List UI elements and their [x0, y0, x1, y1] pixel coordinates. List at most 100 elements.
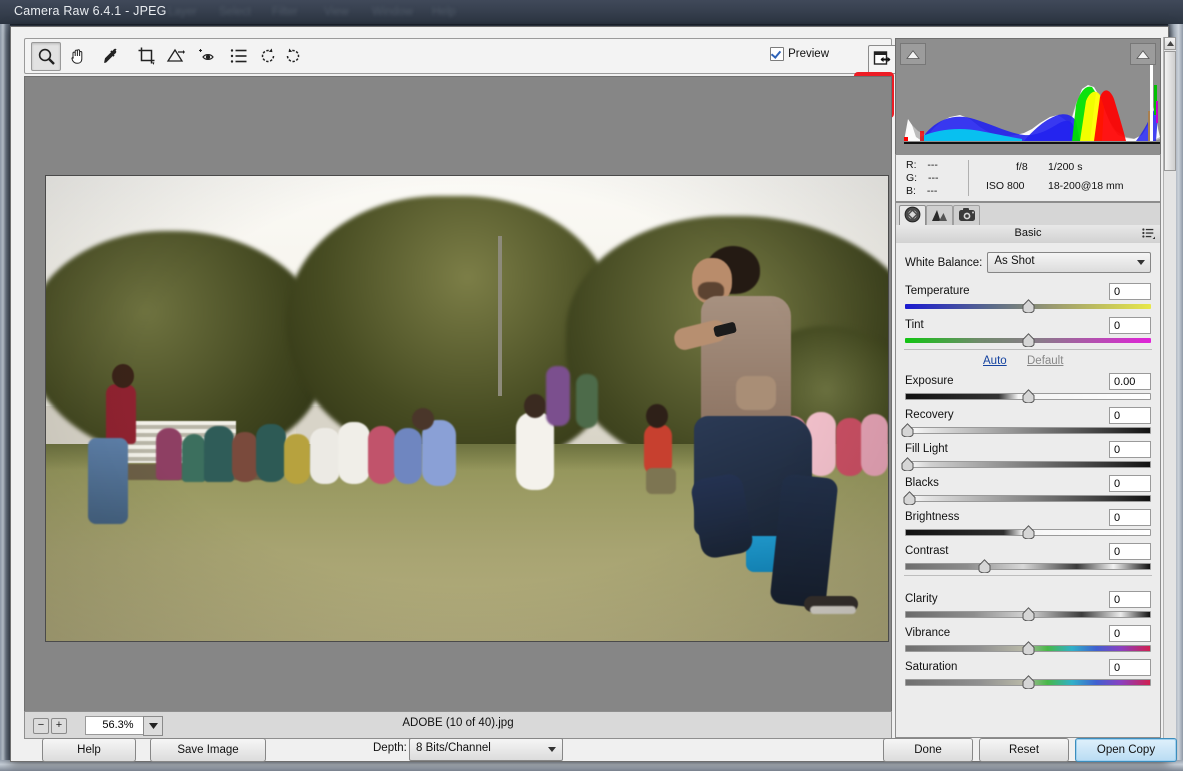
menu-item-select[interactable]: Select	[219, 6, 251, 18]
depth-select[interactable]: 8 Bits/Channel	[409, 738, 563, 761]
slider-label: Temperature	[905, 285, 970, 297]
right-panel: R: --- G: --- B: --- f/8 1/200 s ISO 800…	[895, 38, 1161, 738]
slider-value-input[interactable]: 0	[1109, 441, 1151, 458]
depth-label: Depth:	[373, 742, 407, 754]
slider-value-input[interactable]: 0	[1109, 407, 1151, 424]
straighten-icon	[166, 47, 186, 65]
scrollbar-thumb[interactable]	[1164, 51, 1176, 171]
shadow-clipping-warning[interactable]	[900, 43, 926, 65]
readout-r-label: R:	[906, 159, 917, 171]
photo-canvas[interactable]	[45, 175, 889, 642]
slider-handle[interactable]	[978, 559, 991, 573]
menu-item-layer[interactable]: Layer	[168, 6, 197, 18]
save-image-button[interactable]: Save Image	[150, 738, 266, 762]
slider-value-input[interactable]: 0.00	[1109, 373, 1151, 390]
preview-checkbox[interactable]	[770, 47, 785, 61]
slider-handle[interactable]	[1022, 299, 1035, 313]
slider-track[interactable]	[905, 461, 1151, 468]
reset-button[interactable]: Reset	[979, 738, 1069, 762]
slider-value-input[interactable]: 0	[1109, 283, 1151, 300]
image-preview-area[interactable]	[24, 76, 892, 712]
slider-handle[interactable]	[1022, 607, 1035, 621]
menu-item-window[interactable]: Window	[372, 6, 413, 18]
slider-handle[interactable]	[1022, 641, 1035, 655]
readout-b: B: ---	[906, 185, 937, 197]
exif-lens: 18-200@18 mm	[1048, 180, 1124, 192]
window-title: Camera Raw 6.4.1 - JPEG	[14, 4, 167, 18]
chevron-down-icon	[548, 747, 556, 752]
slider-handle[interactable]	[901, 423, 914, 437]
slider-label: Clarity	[905, 593, 938, 605]
slider-label: Contrast	[905, 545, 949, 557]
camera-raw-dialog: Preview − + 56.3% ADOBE (10 of 40).jpg R…	[10, 26, 1177, 762]
histogram-plot	[896, 39, 1160, 154]
slider-track[interactable]	[905, 563, 1151, 570]
hand-tool[interactable]	[64, 42, 92, 69]
menu-item-filter[interactable]: Filter	[272, 6, 298, 18]
readout-b-label: B:	[906, 185, 916, 197]
preview-label: Preview	[788, 48, 829, 60]
slider-value-input[interactable]: 0	[1109, 475, 1151, 492]
open-copy-button[interactable]: Open Copy	[1075, 738, 1177, 762]
slider-value-input[interactable]: 0	[1109, 625, 1151, 642]
highlight-clipping-warning[interactable]	[1130, 43, 1156, 65]
slider-label: Saturation	[905, 661, 958, 673]
slider-label: Vibrance	[905, 627, 951, 639]
toolbar: Preview	[24, 38, 897, 74]
crop-tool[interactable]	[133, 42, 161, 69]
list-icon	[230, 48, 248, 64]
menu-item-help[interactable]: Help	[432, 6, 456, 18]
shadow-clipping-triangle	[906, 49, 920, 59]
slider-value-input[interactable]: 0	[1109, 543, 1151, 560]
white-balance-value: As Shot	[994, 255, 1035, 267]
preferences-tool[interactable]	[225, 42, 253, 69]
help-button[interactable]: Help	[42, 738, 136, 762]
slider-value-input[interactable]: 0	[1109, 317, 1151, 334]
white-balance-tool[interactable]	[97, 42, 125, 69]
curve-icon	[931, 207, 948, 225]
rotate-clockwise-tool[interactable]	[279, 42, 307, 69]
crop-icon	[137, 46, 157, 66]
slider-track[interactable]	[905, 495, 1151, 502]
fullscreen-toggle-button[interactable]	[868, 45, 897, 74]
slider-label: Tint	[905, 319, 924, 331]
slider-handle[interactable]	[903, 491, 916, 505]
slider-handle[interactable]	[1022, 333, 1035, 347]
dialog-footer: Help Save Image Depth: 8 Bits/Channel Do…	[24, 738, 1177, 768]
highlight-clipping-triangle	[1136, 49, 1150, 59]
preview-status-bar: − + 56.3% ADOBE (10 of 40).jpg	[24, 711, 892, 739]
exif-aperture: f/8	[1016, 161, 1028, 173]
tab-basic[interactable]	[899, 205, 926, 227]
tab-camera-calibration[interactable]	[953, 205, 980, 227]
slider-handle[interactable]	[1022, 525, 1035, 539]
histogram[interactable]	[895, 38, 1161, 155]
slider-track[interactable]	[905, 427, 1151, 434]
rotate-counterclockwise-tool[interactable]	[254, 42, 282, 69]
exif-shutter: 1/200 s	[1048, 161, 1083, 173]
panel-tab-strip	[895, 202, 1161, 227]
spot-removal-tool[interactable]	[192, 42, 220, 69]
slider-handle[interactable]	[1022, 389, 1035, 403]
done-button[interactable]: Done	[883, 738, 973, 762]
slider-value-input[interactable]: 0	[1109, 509, 1151, 526]
red-eye-icon	[195, 47, 217, 65]
white-balance-row: White Balance: As Shot	[905, 252, 1151, 273]
tab-tone-curve[interactable]	[926, 205, 953, 227]
slider-handle[interactable]	[901, 457, 914, 471]
fullscreen-toggle-icon	[873, 50, 892, 70]
menu-item-view[interactable]: View	[324, 6, 349, 18]
zoom-tool[interactable]	[31, 42, 61, 71]
panel-menu-icon[interactable]	[1142, 228, 1155, 242]
default-link[interactable]: Default	[1027, 355, 1063, 367]
slider-label: Exposure	[905, 375, 954, 387]
chevron-down-icon	[1137, 260, 1145, 265]
slider-handle[interactable]	[1022, 675, 1035, 689]
scroll-up-button[interactable]	[1164, 37, 1176, 50]
straighten-tool[interactable]	[162, 42, 190, 69]
preview-checkbox-group[interactable]: Preview	[770, 47, 829, 61]
white-balance-select[interactable]: As Shot	[987, 252, 1151, 273]
slider-value-input[interactable]: 0	[1109, 591, 1151, 608]
slider-value-input[interactable]: 0	[1109, 659, 1151, 676]
auto-link[interactable]: Auto	[983, 355, 1007, 367]
panel-scrollbar[interactable]	[1163, 37, 1176, 759]
